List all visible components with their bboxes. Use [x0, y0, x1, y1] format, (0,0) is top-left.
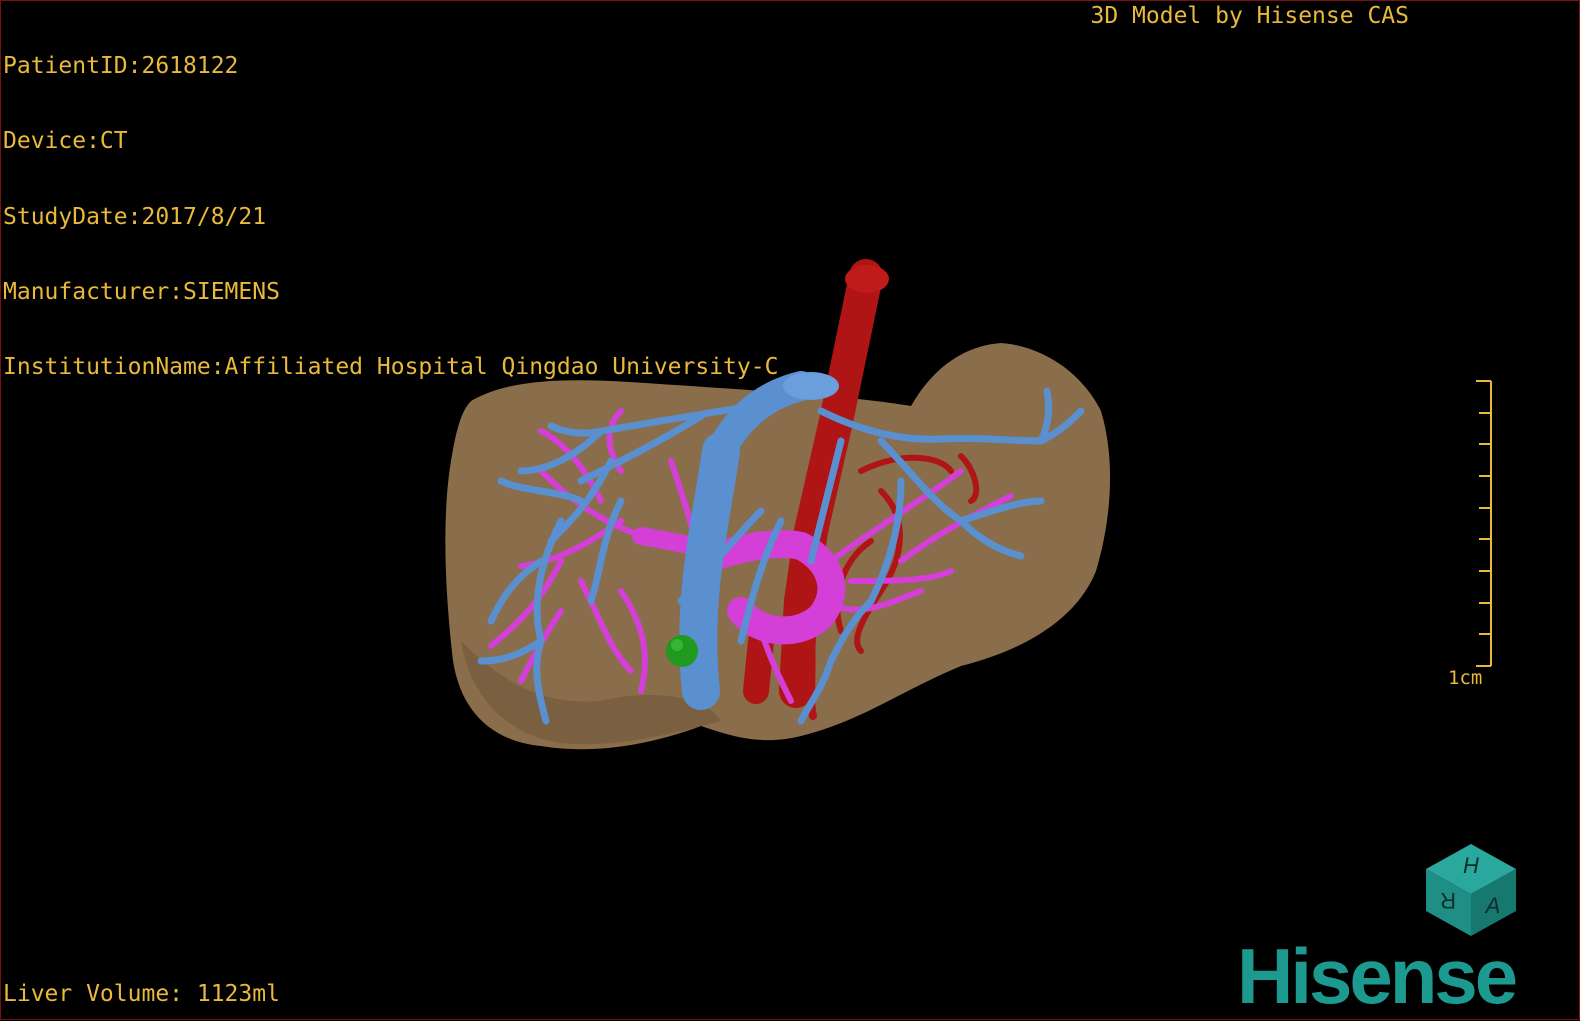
liver-volume: Liver Volume: 1123ml — [3, 981, 280, 1007]
cube-face-h: H — [1463, 853, 1479, 878]
scale-bar — [1476, 380, 1492, 667]
3d-viewport[interactable]: PatientID:2618122 Device:CT StudyDate:20… — [0, 0, 1580, 1020]
liver-3d-model[interactable]: H R A — [1, 1, 1580, 1021]
orientation-cube[interactable]: H R A — [1426, 844, 1516, 936]
cube-face-a: A — [1484, 893, 1501, 918]
cube-face-r: R — [1440, 888, 1456, 913]
scale-bar-label: 1cm — [1448, 667, 1483, 689]
lesion[interactable] — [666, 635, 698, 667]
hisense-logo: Hisense — [1237, 932, 1518, 1020]
